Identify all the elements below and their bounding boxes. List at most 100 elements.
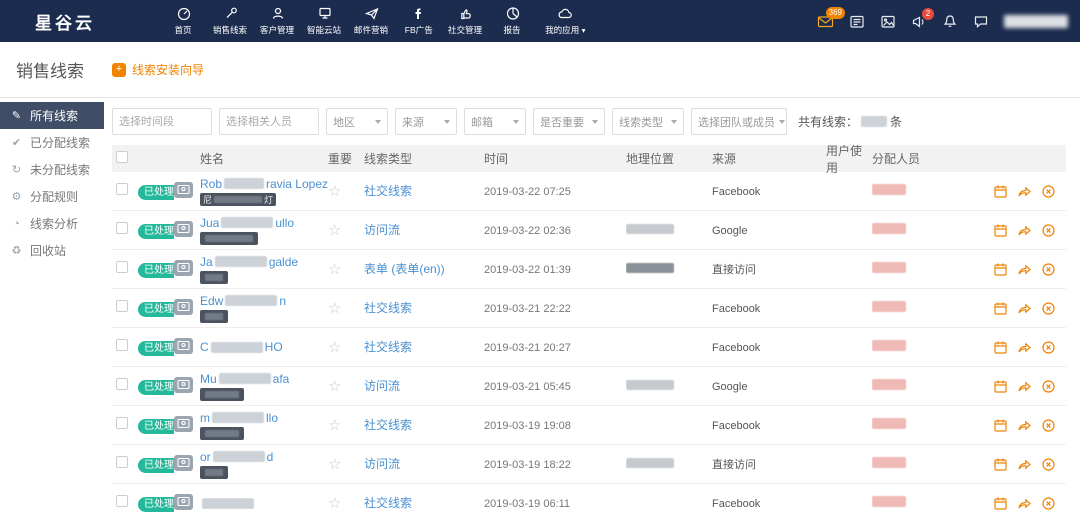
lead-name-link[interactable] [200, 498, 328, 509]
forward-icon[interactable] [1017, 301, 1032, 316]
mail-badge: 369 [826, 7, 845, 19]
team-member-select[interactable]: 选择团队或成员 [691, 108, 787, 135]
forward-icon[interactable] [1017, 379, 1032, 394]
forward-icon[interactable] [1017, 340, 1032, 355]
bell-icon[interactable] [942, 14, 958, 29]
cancel-icon[interactable] [1041, 301, 1056, 316]
sidebar-item-all-leads[interactable]: ✎ 所有线索 [0, 102, 104, 129]
calendar-icon[interactable] [993, 223, 1008, 238]
lead-name-link[interactable]: Juaullo [200, 216, 328, 230]
lead-name-link[interactable]: Muafa [200, 372, 328, 386]
row-checkbox[interactable] [116, 222, 128, 234]
lead-type-link[interactable]: 社交线索 [364, 418, 412, 432]
username-redacted[interactable] [1004, 15, 1068, 28]
star-icon[interactable]: ☆ [328, 300, 341, 317]
cancel-icon[interactable] [1041, 340, 1056, 355]
cancel-icon[interactable] [1041, 379, 1056, 394]
news-list-icon[interactable] [849, 14, 865, 29]
cancel-icon[interactable] [1041, 223, 1056, 238]
row-checkbox[interactable] [116, 183, 128, 195]
sidebar-item-assign-rules[interactable]: ⚙ 分配规则 [0, 183, 104, 210]
time-range-input[interactable] [112, 108, 212, 135]
lead-name-link[interactable]: Jagalde [200, 255, 328, 269]
star-icon[interactable]: ☆ [328, 261, 341, 278]
cancel-icon[interactable] [1041, 496, 1056, 511]
lead-install-wizard-link[interactable]: + 线索安装向导 [112, 61, 204, 78]
star-icon[interactable]: ☆ [328, 183, 341, 200]
lead-type-link[interactable]: 社交线索 [364, 184, 412, 198]
lead-type-link[interactable]: 社交线索 [364, 340, 412, 354]
cancel-icon[interactable] [1041, 457, 1056, 472]
chevron-down-icon [779, 120, 785, 124]
lead-type-select[interactable]: 线索类型 [612, 108, 684, 135]
nav-item-customers[interactable]: 客户管理 [254, 0, 301, 42]
star-icon[interactable]: ☆ [328, 339, 341, 356]
sidebar-item-lead-analysis[interactable]: ◔ 线索分析 [0, 210, 104, 237]
region-select[interactable]: 地区 [326, 108, 388, 135]
forward-icon[interactable] [1017, 184, 1032, 199]
image-icon[interactable] [880, 14, 896, 29]
nav-item-smart-site[interactable]: 智能云站 [301, 0, 348, 42]
calendar-icon[interactable] [993, 184, 1008, 199]
nav-item-email-marketing[interactable]: 邮件营销 [348, 0, 395, 42]
lead-type-link[interactable]: 表单 (表单(en)) [364, 262, 445, 276]
star-icon[interactable]: ☆ [328, 456, 341, 473]
lead-type-link[interactable]: 访问流 [364, 457, 400, 471]
wrench-icon [223, 6, 239, 21]
row-checkbox[interactable] [116, 456, 128, 468]
cancel-icon[interactable] [1041, 262, 1056, 277]
sidebar-item-unassigned-leads[interactable]: ↻ 未分配线索 [0, 156, 104, 183]
select-all-checkbox[interactable] [116, 151, 128, 163]
important-select[interactable]: 是否重要 [533, 108, 605, 135]
nav-item-my-apps[interactable]: 我的应用 ▾ [536, 0, 594, 42]
star-icon[interactable]: ☆ [328, 222, 341, 239]
calendar-icon[interactable] [993, 457, 1008, 472]
sidebar-item-assigned-leads[interactable]: ✔ 已分配线索 [0, 129, 104, 156]
forward-icon[interactable] [1017, 457, 1032, 472]
lead-tag [200, 427, 244, 440]
lead-type-link[interactable]: 社交线索 [364, 496, 412, 510]
star-icon[interactable]: ☆ [328, 417, 341, 434]
cancel-icon[interactable] [1041, 184, 1056, 199]
forward-icon[interactable] [1017, 496, 1032, 511]
calendar-icon[interactable] [993, 262, 1008, 277]
lead-type-link[interactable]: 社交线索 [364, 301, 412, 315]
row-checkbox[interactable] [116, 300, 128, 312]
forward-icon[interactable] [1017, 418, 1032, 433]
lead-name-link[interactable]: ord [200, 450, 328, 464]
row-checkbox[interactable] [116, 495, 128, 507]
cancel-icon[interactable] [1041, 418, 1056, 433]
nav-item-sales-leads[interactable]: 销售线索 [207, 0, 254, 42]
calendar-icon[interactable] [993, 418, 1008, 433]
calendar-icon[interactable] [993, 340, 1008, 355]
nav-item-fb-ads[interactable]: FB广告 [395, 0, 442, 42]
status-badge: 已处理 [138, 458, 174, 473]
megaphone-icon[interactable]: 2 [911, 14, 927, 29]
calendar-icon[interactable] [993, 379, 1008, 394]
lead-name-link[interactable]: CHO [200, 340, 328, 354]
lead-type-link[interactable]: 访问流 [364, 379, 400, 393]
calendar-icon[interactable] [993, 496, 1008, 511]
star-icon[interactable]: ☆ [328, 378, 341, 395]
calendar-icon[interactable] [993, 301, 1008, 316]
row-checkbox[interactable] [116, 339, 128, 351]
email-select[interactable]: 邮箱 [464, 108, 526, 135]
lead-name-link[interactable]: mllo [200, 411, 328, 425]
lead-type-link[interactable]: 访问流 [364, 223, 400, 237]
lead-name-link[interactable]: Robravia Lopez [200, 177, 328, 191]
row-checkbox[interactable] [116, 417, 128, 429]
lead-name-link[interactable]: Edwn [200, 294, 328, 308]
forward-icon[interactable] [1017, 223, 1032, 238]
row-checkbox[interactable] [116, 261, 128, 273]
related-person-input[interactable] [219, 108, 319, 135]
mail-icon[interactable]: 369 [817, 14, 834, 29]
nav-item-home[interactable]: 首页 [160, 0, 207, 42]
chat-icon[interactable] [973, 14, 989, 29]
source-select[interactable]: 来源 [395, 108, 457, 135]
star-icon[interactable]: ☆ [328, 495, 341, 512]
row-checkbox[interactable] [116, 378, 128, 390]
sidebar-item-recycle-bin[interactable]: ♻ 回收站 [0, 237, 104, 264]
nav-item-social[interactable]: 社交管理 [442, 0, 489, 42]
forward-icon[interactable] [1017, 262, 1032, 277]
nav-item-reports[interactable]: 报告 [489, 0, 536, 42]
